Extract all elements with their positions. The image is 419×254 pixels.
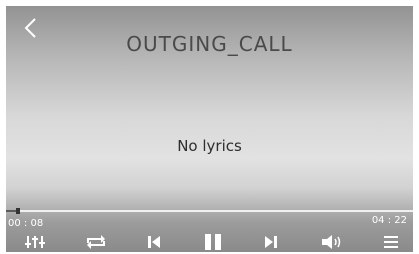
elapsed-time: 00 : 08: [8, 218, 44, 229]
previous-icon: [148, 236, 160, 248]
progress-thumb[interactable]: [16, 208, 21, 214]
progress-bar[interactable]: [6, 208, 413, 214]
menu-button[interactable]: [379, 232, 403, 252]
previous-button[interactable]: [142, 232, 166, 252]
next-button[interactable]: [259, 232, 283, 252]
equalizer-button[interactable]: [21, 232, 49, 252]
total-time: 04 : 22: [371, 215, 407, 226]
next-icon: [265, 236, 277, 248]
repeat-button[interactable]: [82, 232, 110, 252]
volume-button[interactable]: [318, 232, 346, 252]
track-title: OUTGING_CALL: [126, 32, 293, 56]
control-bar: [6, 232, 413, 252]
pause-icon: [205, 234, 221, 250]
volume-icon: [322, 235, 341, 249]
repeat-icon: [87, 235, 105, 249]
pause-button[interactable]: [200, 232, 226, 252]
player-screen: OUTGING_CALL No lyrics 00 : 08 04 : 22: [6, 6, 413, 252]
lyrics-text: No lyrics: [177, 137, 242, 155]
equalizer-icon: [25, 236, 45, 248]
menu-icon: [384, 236, 398, 248]
